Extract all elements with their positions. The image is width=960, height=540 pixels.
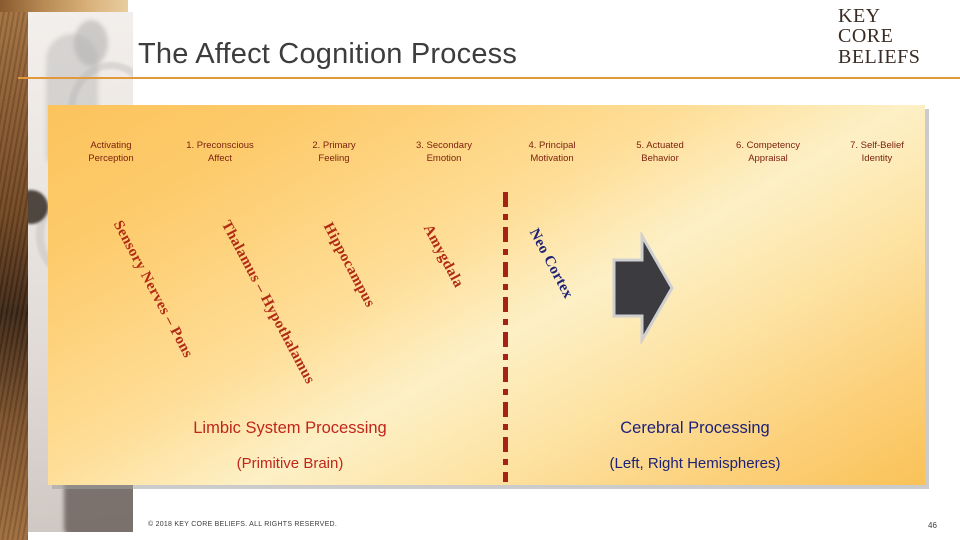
process-flow-arrow-icon (612, 232, 674, 344)
stage-header-competency-appraisal: 6. Competency Appraisal (736, 140, 800, 164)
hemisphere-divider-line (503, 192, 508, 482)
caption-cerebral-line2: (Left, Right Hemispheres) (609, 455, 781, 472)
logo-line-beliefs: BELIEFS (838, 45, 921, 68)
stage-header-principal-motivation: 4. Principal Motivation (528, 140, 576, 164)
logo-line-key: KEY (838, 5, 881, 27)
copyright-notice: © 2018 KEY CORE BELIEFS. ALL RIGHTS RESE… (148, 521, 338, 528)
brand-logo: KEY CORE BELIEFS (838, 5, 948, 68)
title-underline-rule (18, 77, 960, 79)
top-wood-strip (0, 0, 128, 12)
stage-header-secondary-emotion: 3. Secondary Emotion (416, 140, 472, 164)
caption-cerebral-processing: Cerebral Processing (Left, Right Hemisph… (530, 410, 860, 482)
page-title: The Affect Cognition Process (138, 38, 518, 70)
caption-limbic-system: Limbic System Processing (Primitive Brai… (140, 410, 440, 482)
logo-line-core: CORE (838, 25, 894, 48)
stage-header-primary-feeling: 2. Primary Feeling (312, 140, 356, 164)
caption-cerebral-line1: Cerebral Processing (620, 419, 770, 437)
stage-header-preconscious-affect: 1. Preconscious Affect (186, 140, 254, 164)
page-number: 46 (928, 521, 937, 530)
stage-header-activating-perception: Activating Perception (88, 140, 134, 164)
caption-limbic-line1: Limbic System Processing (193, 419, 387, 437)
slide-canvas: The Affect Cognition Process KEY CORE BE… (0, 0, 960, 540)
caption-limbic-line2: (Primitive Brain) (236, 455, 344, 472)
stage-header-actuated-behavior: 5. Actuated Behavior (636, 140, 684, 164)
left-wood-band (0, 0, 28, 540)
stage-header-self-belief-identity: 7. Self-Belief Identity (850, 140, 904, 164)
